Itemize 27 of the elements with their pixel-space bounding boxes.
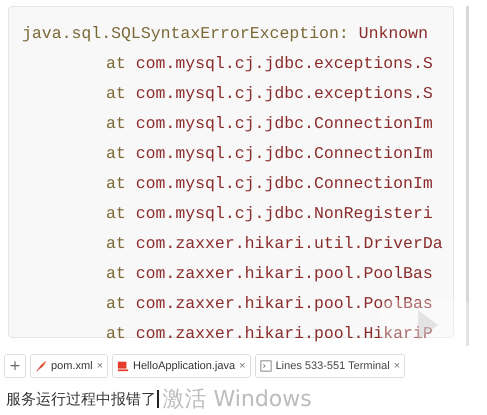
code-line: at com.zaxxer.hikari.pool.PoolBas — [106, 293, 433, 315]
tab-label: Lines 533-551 Terminal — [276, 360, 390, 372]
code-line: at com.mysql.cj.jdbc.ConnectionIm — [106, 143, 433, 165]
close-icon[interactable]: × — [96, 360, 103, 372]
tab-label: pom.xml — [51, 360, 93, 372]
code-line: at com.zaxxer.hikari.pool.PoolBas — [106, 263, 433, 285]
code-line: at com.mysql.cj.jdbc.exceptions.S — [106, 83, 433, 105]
code-line: at com.zaxxer.hikari.util.DriverDa — [106, 233, 443, 255]
code-line: java.sql.SQLSyntaxErrorException: Unknown — [22, 23, 428, 45]
terminal-icon — [260, 360, 272, 372]
close-icon[interactable]: × — [394, 360, 400, 372]
close-icon[interactable]: × — [239, 360, 246, 372]
scrollbar[interactable] — [466, 6, 469, 346]
feather-icon — [35, 360, 47, 372]
message-input[interactable]: 服务运行过程中报错了 — [6, 390, 158, 408]
code-line: at com.mysql.cj.jdbc.ConnectionIm — [106, 113, 433, 135]
code-line: at com.mysql.cj.jdbc.NonRegisteri — [106, 203, 433, 225]
add-button[interactable]: + — [4, 354, 26, 378]
code-line: at com.mysql.cj.jdbc.exceptions.S — [106, 53, 433, 75]
activation-text: 激活 Windows — [162, 386, 312, 414]
file-tab[interactable]: pom.xml × — [30, 354, 108, 378]
code-line: at com.mysql.cj.jdbc.ConnectionIm — [106, 173, 433, 195]
cup-icon — [117, 360, 129, 372]
tab-label: HelloApplication.java — [133, 360, 236, 372]
file-tab[interactable]: Lines 533-551 Terminal × — [254, 354, 406, 378]
code-line: at com.zaxxer.hikari.pool.HikariP — [106, 323, 433, 345]
file-tab[interactable]: HelloApplication.java × — [112, 354, 251, 378]
